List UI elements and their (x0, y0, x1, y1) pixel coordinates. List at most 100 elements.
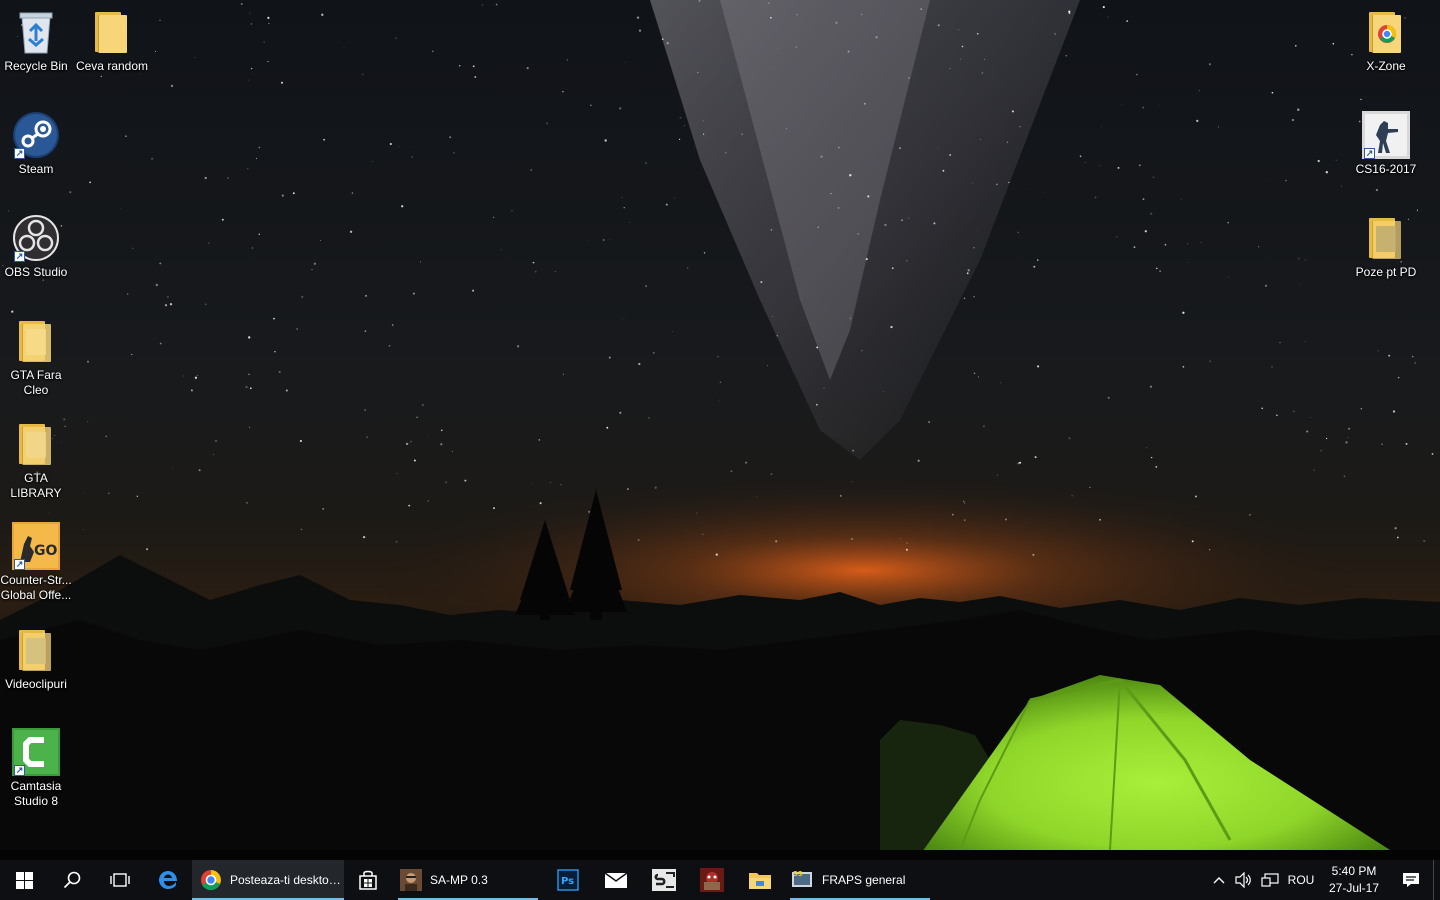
start-button[interactable] (0, 860, 48, 900)
star (105, 435, 107, 438)
desktop-icon-x-zone[interactable]: X-Zone (1348, 8, 1424, 74)
star (1265, 284, 1267, 287)
network-button[interactable] (1257, 860, 1283, 900)
star (151, 157, 154, 160)
store-taskbar-button[interactable] (344, 860, 392, 900)
clock-date: 27-Jul-17 (1328, 881, 1380, 895)
star (391, 324, 394, 326)
search-button[interactable] (48, 860, 96, 900)
star (1156, 267, 1158, 270)
star (724, 151, 727, 154)
star (311, 269, 313, 271)
star (1146, 447, 1148, 449)
star (760, 281, 763, 284)
taskbar: Posteaza-ti desktop... SA-MP 0.3 Ps 99 F… (0, 860, 1440, 900)
star (673, 197, 675, 199)
star (1279, 342, 1281, 344)
taskbar-app-chrome[interactable]: Posteaza-ti desktop... (192, 860, 344, 900)
input-language-indicator[interactable]: ROU (1283, 860, 1319, 900)
taskbar-app-label: SA-MP 0.3 (430, 873, 488, 887)
desktop-icon-videoclipuri[interactable]: Videoclipuri (0, 626, 74, 692)
star (1394, 527, 1397, 530)
star (1079, 155, 1082, 158)
star (960, 58, 962, 60)
star (472, 65, 475, 68)
action-center-button[interactable] (1389, 860, 1433, 900)
star (362, 535, 366, 539)
star (87, 421, 89, 423)
desktop-icon-gta-fara-cleo[interactable]: GTA Fara Cleo (0, 317, 74, 398)
task-view-button[interactable] (96, 860, 144, 900)
desktop-icon-camtasia-studio[interactable]: ↗ Camtasia Studio 8 (0, 728, 74, 809)
star (349, 230, 353, 233)
desktop-icon-steam[interactable]: ↗ Steam (0, 111, 74, 177)
star (1094, 196, 1097, 199)
star (619, 107, 622, 110)
desktop-icon-gta-library[interactable]: GTA LIBRARY (0, 420, 74, 501)
photoshop-taskbar-button[interactable]: Ps (544, 860, 592, 900)
star (795, 46, 798, 48)
volume-button[interactable] (1231, 860, 1257, 900)
star (196, 375, 198, 376)
file-explorer-taskbar-button[interactable] (736, 860, 784, 900)
star (411, 156, 413, 158)
star (1271, 91, 1274, 94)
star (967, 269, 970, 272)
star (745, 461, 748, 464)
star (817, 226, 819, 228)
star (136, 495, 138, 497)
csgo-icon: GO ↗ (12, 522, 60, 570)
star (937, 24, 940, 27)
star (976, 32, 979, 35)
star (1381, 443, 1383, 445)
star (1217, 126, 1219, 128)
star (453, 152, 455, 154)
star (1423, 539, 1426, 543)
star (908, 217, 910, 219)
star (767, 1, 770, 5)
show-hidden-icons-button[interactable] (1207, 860, 1231, 900)
star (292, 192, 295, 195)
desktop-icon-ceva-random[interactable]: Ceva random (74, 8, 150, 74)
star (638, 29, 642, 32)
star (717, 355, 719, 358)
star (320, 240, 321, 241)
taskbar-app-fraps[interactable]: 99 FRAPS general (784, 860, 936, 900)
samp-browser-taskbar-button[interactable] (640, 860, 688, 900)
star (281, 81, 283, 84)
star (427, 500, 430, 502)
desktop-icon-poze-pt-pd[interactable]: Poze pt PD (1348, 214, 1424, 280)
star (1000, 382, 1002, 384)
star (1144, 230, 1147, 233)
star (1325, 437, 1328, 440)
star (516, 345, 520, 348)
star (389, 142, 392, 146)
star (395, 37, 397, 39)
desktop-wallpaper (0, 0, 1440, 860)
star (775, 540, 778, 543)
desktop-icon-obs-studio[interactable]: ↗ OBS Studio (0, 214, 74, 280)
star (1017, 231, 1019, 233)
clock[interactable]: 5:40 PM 27-Jul-17 (1319, 860, 1389, 900)
star (906, 260, 908, 262)
star (248, 373, 250, 376)
star (1332, 42, 1335, 45)
star (549, 482, 551, 483)
star (445, 481, 447, 483)
desktop-icon-cs16-2017[interactable]: ↗ CS16-2017 (1348, 111, 1424, 177)
star (851, 480, 853, 483)
edge-taskbar-button[interactable] (144, 860, 192, 900)
star (1317, 159, 1320, 163)
show-desktop-button[interactable] (1433, 860, 1440, 900)
star (474, 76, 477, 78)
star (205, 303, 207, 305)
desktop-icon-counter-strike-go[interactable]: GO ↗ Counter-Str... Global Offe... (0, 522, 74, 603)
taskbar-app-samp[interactable]: SA-MP 0.3 (392, 860, 544, 900)
desktop-icon-recycle-bin[interactable]: Recycle Bin (0, 8, 74, 74)
game-taskbar-button[interactable] (688, 860, 736, 900)
star (1360, 98, 1362, 101)
mail-taskbar-button[interactable] (592, 860, 640, 900)
star (263, 41, 265, 43)
star (531, 482, 533, 484)
star (654, 486, 657, 489)
